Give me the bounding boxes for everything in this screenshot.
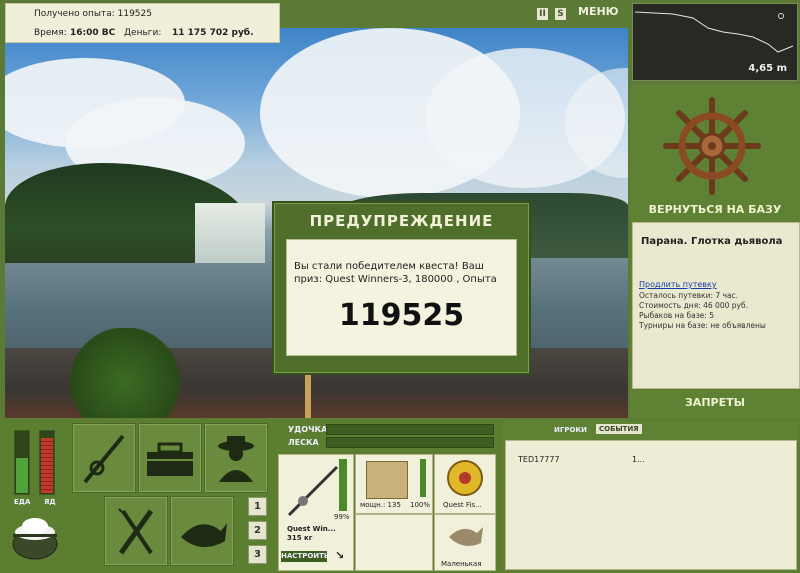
line-strip-label: ЛЕСКА [288,438,319,447]
reel-image [366,461,408,499]
bans-button[interactable]: ЗАПРЕТЫ [632,396,798,409]
xp-label: Получено опыта: [34,9,115,19]
rod-durability-bar [339,459,347,511]
time-value: 16:00 ВС [70,28,116,38]
setup-button[interactable]: НАСТРОИТЬ [281,551,329,562]
rod-strip-label: УДОЧКА [288,425,328,434]
fish-icon [181,523,227,548]
dialog-message: Вы стали победителем квеста! Ваш приз: Q… [294,261,497,285]
reel-slot[interactable]: мощн.: 135 100% [355,454,433,514]
ship-wheel-icon[interactable] [662,96,762,196]
knife-fork-icon [118,508,154,555]
reel-power: мощн.: 135 [360,501,401,509]
menu-button[interactable]: МЕНЮ [578,5,619,18]
poison-gauge [39,430,55,495]
rod-percent: 99% [334,513,350,521]
dialog-title: ПРЕДУПРЕЖДЕНИЕ [309,212,494,230]
day-cost: Стоимость дня: 46 000 руб. [639,301,748,310]
time-label: Время: [34,28,67,38]
rod-tip [305,373,311,418]
poison-label: ЯД [44,498,56,506]
food-pot-icon[interactable] [9,510,61,562]
slot-2-button[interactable]: 2 [248,521,267,540]
depth-readout: 4,65 m [748,63,787,74]
reel-durability-bar [420,459,426,497]
tournaments-status: Турниры на базе: не объявлены [639,321,766,330]
warning-dialog: ПРЕДУПРЕЖДЕНИЕ Вы стали победителем квес… [272,201,531,375]
extend-trip-link[interactable]: Продлить путевку [639,280,717,289]
arrow-icon[interactable]: ↘ [335,549,344,562]
tab-events[interactable]: СОБЫТИЯ [596,424,642,434]
rod-reel-icon [83,434,125,484]
line-name: Quest Fis... [443,501,482,509]
rod-slot[interactable]: 99% Quest Win... 315 кг НАСТРОИТЬ ↘ [278,454,354,571]
xp-value: 119525 [117,9,152,19]
slot-1-button[interactable]: 1 [248,497,267,516]
dialog-value: 119525 [338,298,465,333]
sound-button[interactable]: S [555,8,566,20]
rod-tile[interactable] [72,423,136,493]
depth-map: 4,65 m [632,3,798,81]
rod-strip-bar [326,424,494,435]
location-name: Парана. Глотка дьявола [641,236,783,247]
rod-weight: 315 кг [287,534,313,542]
events-panel: ИГРОКИ СОБЫТИЯ TED17777 1... [502,421,798,571]
food-utensils-tile[interactable] [104,496,168,566]
pause-button[interactable]: II [537,8,548,20]
trip-remaining: Осталось путевки: 7 час. [639,291,739,300]
fisherman-icon [218,436,254,482]
reel-percent: 100% [410,501,431,509]
return-to-base-button[interactable]: ВЕРНУТЬСЯ НА БАЗУ [632,203,798,216]
tackle-box-tile[interactable] [138,423,202,493]
line-spool-icon [447,460,483,496]
top-info-panel: Получено опыта: 119525 Время: 16:00 ВС Д… [5,3,280,43]
rod-name: Quest Win... [287,525,336,533]
money-value: 11 175 702 руб. [172,28,254,38]
empty-slot[interactable] [355,514,433,571]
line-slot[interactable]: Quest Fis... [434,454,496,514]
food-label: ЕДА [14,498,31,506]
event-row-value: 1... [632,455,645,464]
rod-image [287,465,339,517]
bait-fish-icon [449,527,483,546]
dialog-body: Вы стали победителем квеста! Ваш приз: Q… [286,239,517,356]
location-info: Парана. Глотка дьявола Продлить путевку … [632,222,800,389]
tackle-box-icon [147,442,193,476]
food-gauge [14,430,30,495]
slot-3-button[interactable]: 3 [248,545,267,564]
fishers-count: Рыбаков на базе: 5 [639,311,714,320]
line-strip-bar [326,437,494,448]
event-row-name: TED17777 [518,455,560,464]
money-label: Деньги: [124,28,162,38]
bait-slot[interactable]: Маленькая [434,514,496,571]
fisherman-tile[interactable] [204,423,268,493]
events-list: TED17777 1... [505,440,797,570]
tab-players[interactable]: ИГРОКИ [554,426,587,434]
bait-name: Маленькая [441,560,482,568]
catch-tile[interactable] [170,496,234,566]
